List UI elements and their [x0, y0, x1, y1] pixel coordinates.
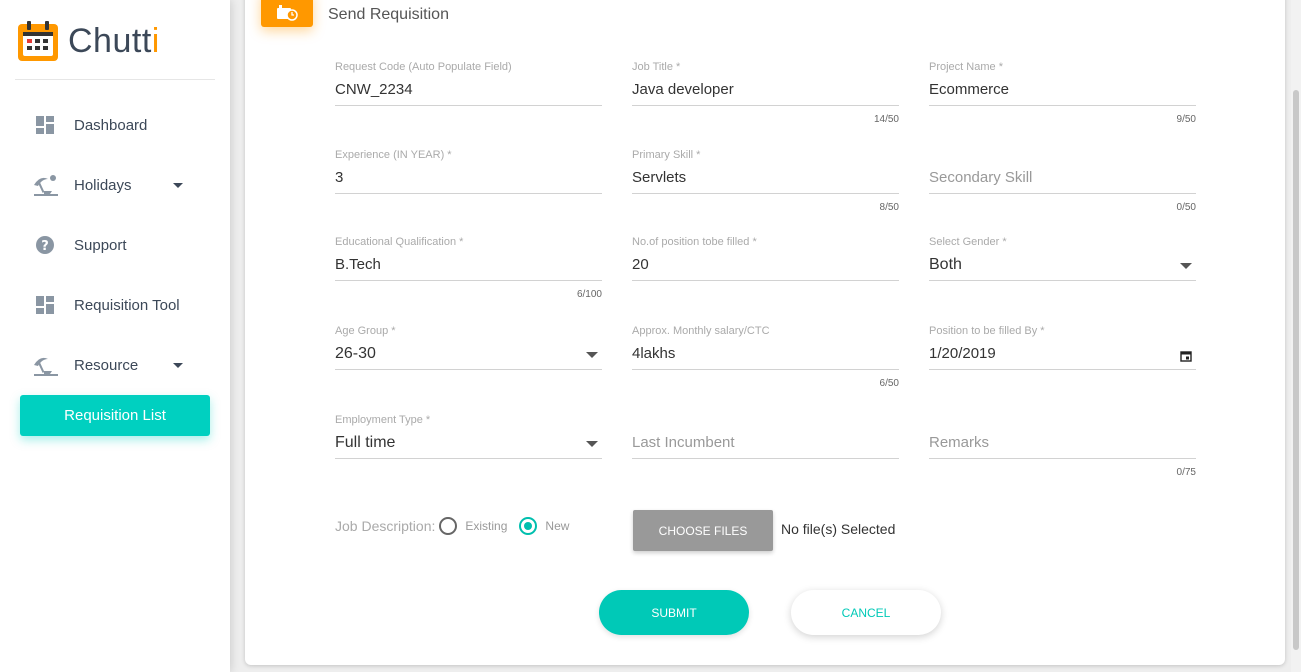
- last-incumbent-input[interactable]: Last Incumbent: [632, 433, 899, 459]
- char-counter: 6/50: [879, 378, 899, 389]
- dashboard-icon: [32, 112, 58, 138]
- sidebar-item-resource[interactable]: Resource: [0, 335, 230, 395]
- age-group-select[interactable]: 26-30: [335, 344, 602, 370]
- request-code-field: Request Code (Auto Populate Field) CNW_2…: [335, 60, 602, 106]
- field-label: Employment Type *: [335, 414, 431, 426]
- job-description-label: Job Description:: [335, 518, 436, 534]
- gender-field: Select Gender * Both: [929, 235, 1196, 281]
- beach-icon: [32, 352, 58, 378]
- dropdown-arrow-icon: [1180, 263, 1192, 269]
- employment-type-select[interactable]: Full time: [335, 433, 602, 459]
- field-label: Age Group *: [335, 325, 396, 337]
- page-title: Send Requisition: [328, 6, 449, 23]
- experience-input[interactable]: 3: [335, 168, 602, 194]
- employment-type-selected-value: Full time: [335, 434, 396, 451]
- beach-icon: [32, 172, 58, 198]
- sidebar-item-label: Resource: [74, 356, 139, 374]
- filled-by-date-input[interactable]: 1/20/2019: [929, 344, 1196, 370]
- field-label: Select Gender *: [929, 236, 1007, 248]
- sidebar-item-support[interactable]: ? Support: [0, 215, 230, 275]
- char-counter: 6/100: [576, 289, 602, 300]
- sidebar-item-holidays[interactable]: Holidays: [0, 155, 230, 215]
- scrollbar-thumb[interactable]: [1293, 90, 1299, 650]
- caret-down-icon: [173, 362, 183, 368]
- education-input[interactable]: B.Tech: [335, 255, 602, 281]
- field-label: Primary Skill *: [632, 149, 701, 161]
- svg-text:?: ?: [41, 239, 49, 254]
- sidebar-item-label: Support: [74, 236, 127, 254]
- sidebar-item-dashboard[interactable]: Dashboard: [0, 95, 230, 155]
- char-counter: 0/50: [1176, 202, 1196, 213]
- last-incumbent-field: Last Incumbent: [632, 413, 899, 459]
- job-title-input[interactable]: Java developer: [632, 80, 899, 106]
- dropdown-arrow-icon: [586, 352, 598, 358]
- sidebar-item-requisition-list[interactable]: Requisition List: [20, 395, 210, 436]
- char-counter: 14/50: [873, 114, 899, 125]
- project-name-field: Project Name * Ecommerce 9/50: [929, 60, 1196, 125]
- secondary-skill-field: Secondary Skill 0/50: [929, 148, 1196, 213]
- file-status: No file(s) Selected: [781, 521, 896, 537]
- radio-existing-label[interactable]: Existing: [465, 519, 507, 533]
- job-title-field: Job Title * Java developer 14/50: [632, 60, 899, 125]
- employment-type-field: Employment Type * Full time: [335, 413, 602, 459]
- radio-existing[interactable]: [439, 517, 458, 535]
- gender-select[interactable]: Both: [929, 255, 1196, 281]
- field-label: Request Code (Auto Populate Field): [335, 61, 512, 73]
- field-label: Approx. Monthly salary/CTC: [632, 325, 770, 337]
- choose-files-button[interactable]: CHOOSE FILES: [633, 510, 773, 551]
- sidebar: Chutti Dashboard Holidays ? Support Requ…: [0, 0, 230, 672]
- gender-selected-value: Both: [929, 256, 962, 273]
- filled-by-field: Position to be filled By * 1/20/2019: [929, 324, 1196, 370]
- sidebar-item-label: Dashboard: [74, 116, 148, 134]
- positions-input[interactable]: 20: [632, 255, 899, 281]
- field-label: Position to be filled By *: [929, 325, 1045, 337]
- education-field: Educational Qualification * B.Tech 6/100: [335, 235, 602, 300]
- app-logo[interactable]: Chutti: [18, 20, 160, 62]
- primary-skill-field: Primary Skill * Servlets 8/50: [632, 148, 899, 213]
- requisition-header-icon: [261, 0, 313, 27]
- char-counter: 9/50: [1176, 114, 1196, 125]
- job-description-group: Job Description: Existing New: [335, 517, 577, 535]
- radio-new[interactable]: [519, 517, 538, 535]
- radio-new-label[interactable]: New: [545, 519, 569, 533]
- divider: [15, 79, 215, 80]
- help-icon: ?: [32, 232, 58, 258]
- cancel-button[interactable]: CANCEL: [791, 590, 941, 635]
- remarks-input[interactable]: Remarks: [929, 433, 1196, 459]
- primary-skill-input[interactable]: Servlets: [632, 168, 899, 194]
- char-counter: 0/75: [1176, 467, 1196, 478]
- dashboard-icon: [32, 292, 58, 318]
- char-counter: 8/50: [879, 202, 899, 213]
- remarks-field: Remarks 0/75: [929, 413, 1196, 478]
- salary-field: Approx. Monthly salary/CTC 4lakhs 6/50: [632, 324, 899, 389]
- field-label: Experience (IN YEAR) *: [335, 149, 452, 161]
- age-group-field: Age Group * 26-30: [335, 324, 602, 370]
- filled-by-date-value: 1/20/2019: [929, 345, 996, 362]
- calendar-icon[interactable]: [1180, 348, 1192, 368]
- app-name: Chutti: [68, 22, 160, 60]
- field-label: Educational Qualification *: [335, 236, 464, 248]
- request-code-input[interactable]: CNW_2234: [335, 80, 602, 106]
- field-label: Project Name *: [929, 61, 1003, 73]
- secondary-skill-input[interactable]: Secondary Skill: [929, 168, 1196, 194]
- field-label: Job Title *: [632, 61, 681, 73]
- sidebar-item-label: Holidays: [74, 176, 132, 194]
- project-name-input[interactable]: Ecommerce: [929, 80, 1196, 106]
- field-label: No.of position tobe filled *: [632, 236, 757, 248]
- salary-input[interactable]: 4lakhs: [632, 344, 899, 370]
- sidebar-item-label: Requisition Tool: [74, 296, 180, 314]
- caret-down-icon: [173, 182, 183, 188]
- submit-button[interactable]: SUBMIT: [599, 590, 749, 635]
- positions-field: No.of position tobe filled * 20: [632, 235, 899, 281]
- age-group-selected-value: 26-30: [335, 345, 376, 362]
- experience-field: Experience (IN YEAR) * 3: [335, 148, 602, 194]
- calendar-logo-icon: [18, 21, 58, 61]
- dropdown-arrow-icon: [586, 441, 598, 447]
- sidebar-item-requisition-tool[interactable]: Requisition Tool: [0, 275, 230, 335]
